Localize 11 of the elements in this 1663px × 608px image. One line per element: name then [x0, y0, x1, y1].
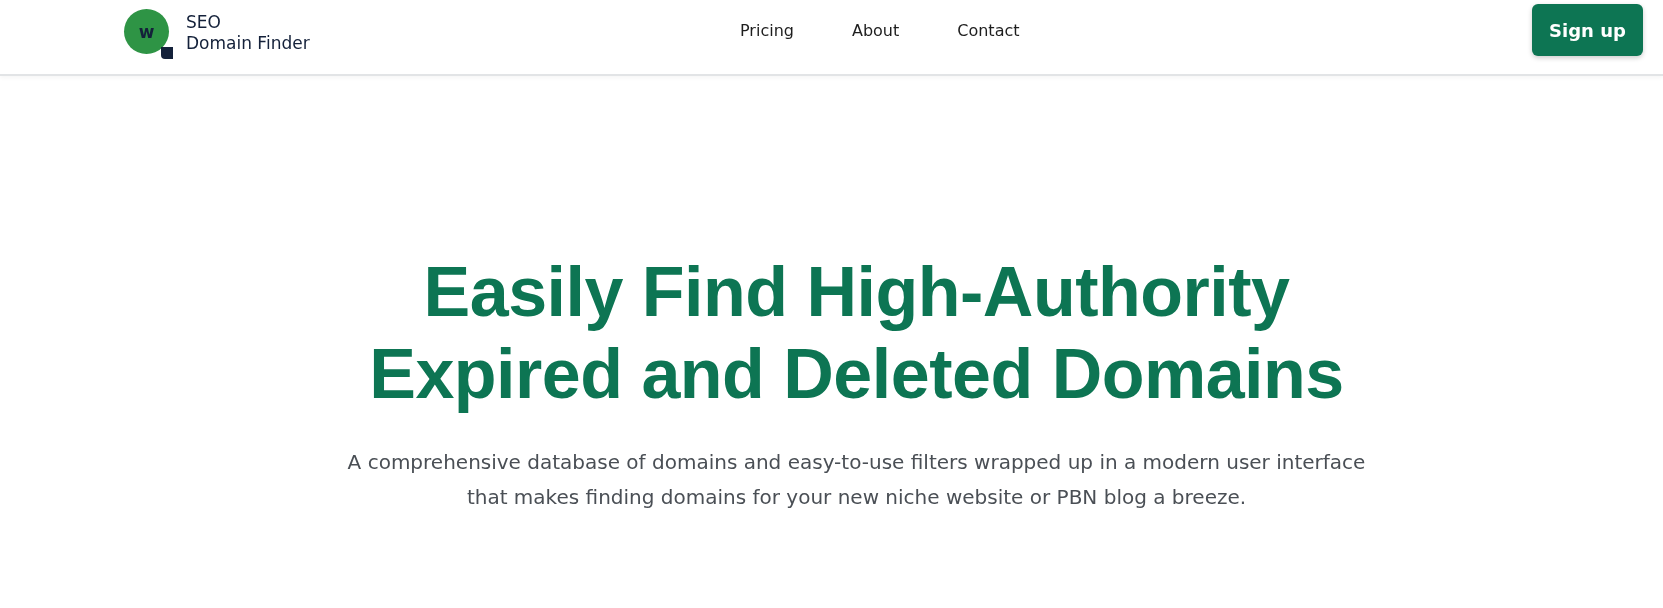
- headline: Easily Find High-Authority: [423, 252, 1290, 333]
- subtitle-text: A comprehensive database of domains and easy-to-use filters wrapped up in a modern user interface: [347, 449, 1366, 476]
- logo-text: Domain Finder: [186, 33, 310, 54]
- logo-badge: w: [124, 9, 169, 54]
- headline: Expired and Deleted Domains: [369, 334, 1344, 415]
- subtitle-text: that makes finding domains for your new niche website or PBN blog a breeze.: [466, 484, 1247, 511]
- nav-link[interactable]: Pricing: [740, 20, 794, 40]
- nav-link[interactable]: About: [851, 20, 900, 40]
- sign-up-button[interactable]: Sign up: [1532, 4, 1643, 56]
- logo-text: SEO: [186, 12, 222, 33]
- nav-link[interactable]: Contact: [957, 20, 1020, 40]
